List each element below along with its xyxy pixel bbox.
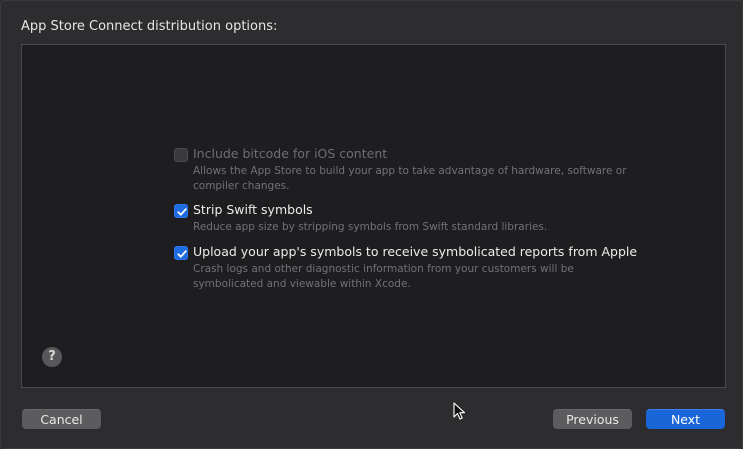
strip-swift-symbols-checkbox[interactable] xyxy=(174,204,188,218)
strip-swift-symbols-description: Reduce app size by stripping symbols fro… xyxy=(193,221,548,233)
include-bitcode-description: Allows the App Store to build your app t… xyxy=(193,165,627,192)
include-bitcode-label: Include bitcode for iOS content xyxy=(193,146,388,161)
help-button[interactable]: ? xyxy=(42,347,62,367)
previous-button[interactable]: Previous xyxy=(553,409,632,429)
checkmark-icon xyxy=(177,208,187,216)
next-button[interactable]: Next xyxy=(646,409,725,429)
cancel-button[interactable]: Cancel xyxy=(22,409,101,429)
strip-swift-symbols-label[interactable]: Strip Swift symbols xyxy=(193,202,313,217)
dialog-heading: App Store Connect distribution options: xyxy=(21,19,278,34)
include-bitcode-checkbox[interactable] xyxy=(174,148,188,162)
options-panel: Include bitcode for iOS content Allows t… xyxy=(21,44,726,388)
upload-symbols-description: Crash logs and other diagnostic informat… xyxy=(193,263,574,290)
distribution-options-dialog: App Store Connect distribution options: … xyxy=(0,0,743,449)
mouse-pointer-icon xyxy=(453,402,466,420)
upload-symbols-checkbox[interactable] xyxy=(174,246,188,260)
upload-symbols-label[interactable]: Upload your app's symbols to receive sym… xyxy=(193,244,637,259)
checkmark-icon xyxy=(177,250,187,258)
